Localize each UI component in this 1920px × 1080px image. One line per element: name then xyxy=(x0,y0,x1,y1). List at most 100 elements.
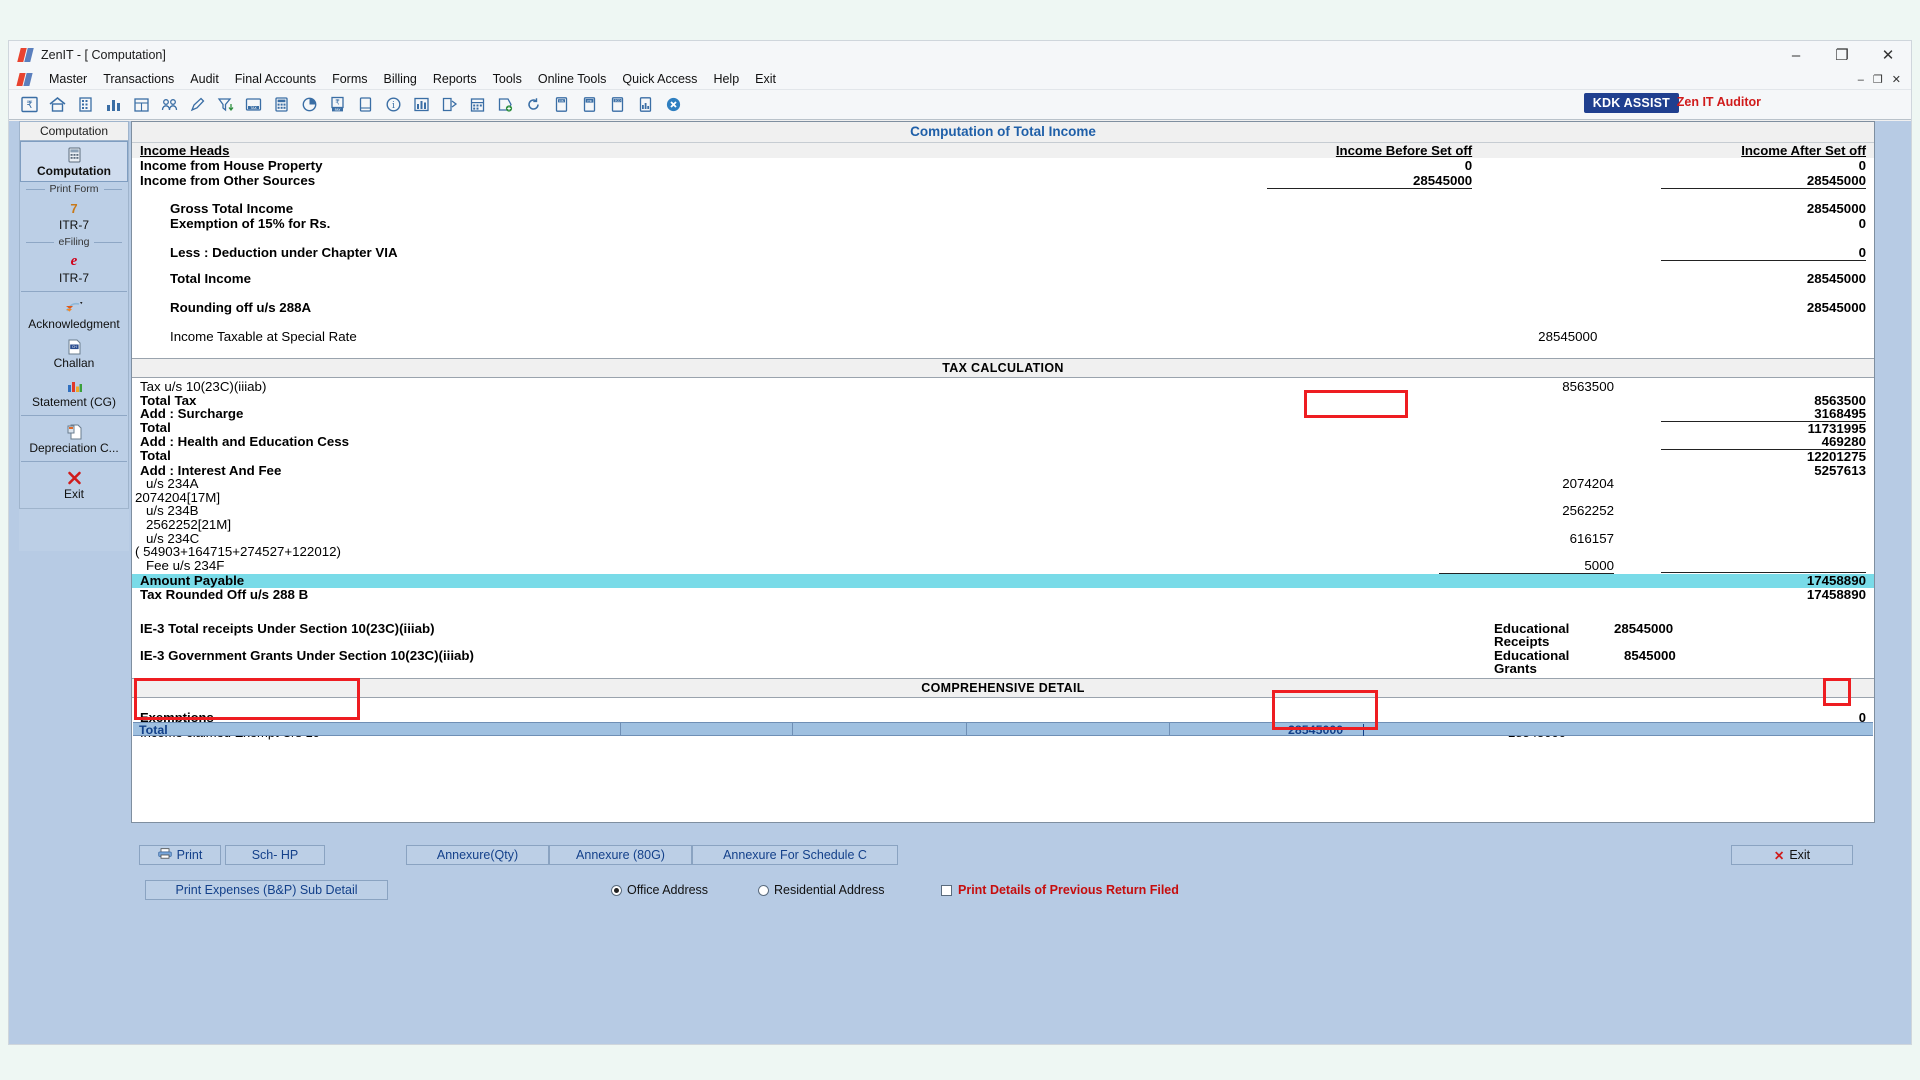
book-icon[interactable] xyxy=(353,92,378,117)
annexure-qty-button[interactable]: Annexure(Qty) xyxy=(406,845,549,865)
itr-sign-icon[interactable]: ITR xyxy=(577,92,602,117)
print-prev-return-checkbox[interactable]: Print Details of Previous Return Filed xyxy=(941,883,1179,897)
table-row: Total Tax 8563500 xyxy=(132,392,1874,408)
minimize-button[interactable]: – xyxy=(1773,41,1819,69)
tax-label-total-tax: Total Tax xyxy=(140,392,197,408)
3cd-icon[interactable]: 3CD xyxy=(605,92,630,117)
sidebar-separator-print-form: Print Form xyxy=(20,182,128,196)
tax-label-tax-us-10-23c: Tax u/s 10(23C)(iiiab) xyxy=(140,379,267,394)
exit-button[interactable]: ✕ Exit xyxy=(1731,845,1853,865)
table-row: Total 12201275 xyxy=(132,449,1874,464)
sch-hp-button-label: Sch- HP xyxy=(251,848,299,862)
menu-forms[interactable]: Forms xyxy=(324,70,375,88)
close-circle-icon[interactable] xyxy=(661,92,686,117)
app-logo-icon xyxy=(18,47,34,63)
sidebar-item-acknowledgment[interactable]: Acknowledgment xyxy=(20,295,128,334)
office-address-radio[interactable]: Office Address xyxy=(611,883,708,897)
group-icon[interactable] xyxy=(157,92,182,117)
sidebar-item-challan[interactable]: CH Challan xyxy=(20,334,128,373)
tax-value-total-2: 12201275 xyxy=(1661,448,1866,464)
sidebar-item-exit[interactable]: Exit xyxy=(20,465,128,504)
sidebar-item-statement-cg[interactable]: Statement (CG) xyxy=(20,373,128,412)
tax-note-234c: ( 54903+164715+274527+122012) xyxy=(135,544,341,560)
acknowledgment-icon xyxy=(64,298,84,317)
sidebar-item-depreciation[interactable]: Depreciation C... xyxy=(20,419,128,458)
table-row: IE-3 Government Grants Under Section 10(… xyxy=(132,647,1874,677)
residential-address-label: Residential Address xyxy=(774,883,885,897)
bar-chart-icon[interactable] xyxy=(101,92,126,117)
row-after-house-property: 0 xyxy=(1858,158,1866,173)
kdk-assist-button[interactable]: KDK ASSIST xyxy=(1583,93,1679,113)
table-row xyxy=(132,602,1874,622)
menu-audit[interactable]: Audit xyxy=(182,70,227,88)
menu-exit[interactable]: Exit xyxy=(747,70,784,88)
menu-billing[interactable]: Billing xyxy=(376,70,425,88)
add-tag-icon[interactable] xyxy=(493,92,518,117)
close-button[interactable]: ✕ xyxy=(1865,41,1911,69)
radio-indicator-office xyxy=(611,884,622,896)
filter-down-icon[interactable] xyxy=(213,92,238,117)
sidebar-item-label-exit: Exit xyxy=(63,487,84,501)
ie3-grants-mid: Educational Grants xyxy=(1494,647,1570,677)
pie-chart-icon[interactable] xyxy=(297,92,322,117)
chart-columns-icon[interactable] xyxy=(409,92,434,117)
comprehensive-detail-band: COMPREHENSIVE DETAIL xyxy=(132,677,1874,698)
menu-final-accounts[interactable]: Final Accounts xyxy=(227,70,324,88)
print-expenses-button[interactable]: Print Expenses (B&P) Sub Detail xyxy=(145,880,388,900)
tax-value-tax-us-10-23c: 8563500 xyxy=(1562,379,1614,394)
form-chart-icon[interactable] xyxy=(633,92,658,117)
mdi-minimize-button[interactable]: – xyxy=(1858,74,1864,86)
sidebar: Computation Computation Print Form 7 ITR… xyxy=(19,121,129,551)
annexure-80g-button[interactable]: Annexure (80G) xyxy=(549,845,692,865)
export-icon[interactable] xyxy=(437,92,462,117)
maximize-button[interactable]: ❐ xyxy=(1819,41,1865,69)
sidebar-item-computation[interactable]: Computation xyxy=(20,141,128,182)
tax-value-234a: 2074204 xyxy=(1562,476,1614,492)
menu-transactions[interactable]: Transactions xyxy=(95,70,182,88)
tax-value-interest-and-fee: 5257613 xyxy=(1814,462,1866,478)
ie3-receipts-mid: Educational Receipts xyxy=(1494,620,1570,650)
annexure-schedule-c-button-label: Annexure For Schedule C xyxy=(723,848,867,862)
table-row: u/s 234C 616157 xyxy=(132,531,1874,546)
residential-address-radio[interactable]: Residential Address xyxy=(758,883,884,897)
sidebar-item-itr7-print[interactable]: 7 ITR-7 xyxy=(20,196,128,235)
refresh-icon[interactable] xyxy=(521,92,546,117)
mdi-restore-button[interactable]: ❐ xyxy=(1873,73,1883,86)
pay-icon[interactable]: ₹ PAY xyxy=(325,92,350,117)
checkbox-indicator-prev-return xyxy=(941,884,952,896)
menu-quick-access[interactable]: Quick Access xyxy=(614,70,705,88)
print-button[interactable]: Print xyxy=(139,845,221,865)
rupee-document-icon[interactable]: ₹ xyxy=(17,92,42,117)
exemptions-total-selected-row[interactable]: Total 28545000 xyxy=(133,722,1873,737)
radio-indicator-residential xyxy=(758,884,769,896)
sidebar-item-itr7-efiling[interactable]: e ITR-7 xyxy=(20,249,128,288)
calendar-grid-icon[interactable] xyxy=(129,92,154,117)
menu-reports[interactable]: Reports xyxy=(425,70,485,88)
table-row: Total Income 28545000 xyxy=(132,261,1874,286)
tax-value-234b: 2562252 xyxy=(1562,503,1614,519)
table-row: 2562252[21M] xyxy=(132,518,1874,532)
menu-help[interactable]: Help xyxy=(705,70,747,88)
info-circle-icon[interactable]: i xyxy=(381,92,406,117)
sidebar-divider-1 xyxy=(21,291,127,292)
sch-hp-button[interactable]: Sch- HP xyxy=(225,845,325,865)
mdi-window-controls: – ❐ ✕ xyxy=(1858,69,1907,90)
menu-tools[interactable]: Tools xyxy=(485,70,530,88)
home-icon[interactable] xyxy=(45,92,70,117)
tax-label-234a: u/s 234A xyxy=(146,476,199,492)
ds-card-icon[interactable]: DS xyxy=(549,92,574,117)
calculator-icon[interactable] xyxy=(269,92,294,117)
tax-icon[interactable]: TAX xyxy=(241,92,266,117)
ie3-grants-value: 8545000 xyxy=(1624,647,1676,663)
print-button-label: Print xyxy=(176,848,203,862)
pencil-icon[interactable] xyxy=(185,92,210,117)
table-row: IE-3 Total receipts Under Section 10(23C… xyxy=(132,620,1874,650)
annexure-schedule-c-button[interactable]: Annexure For Schedule C xyxy=(692,845,898,865)
building-icon[interactable] xyxy=(73,92,98,117)
mdi-close-button[interactable]: ✕ xyxy=(1892,73,1901,86)
print-expenses-button-label: Print Expenses (B&P) Sub Detail xyxy=(175,883,358,897)
sidebar-divider-2 xyxy=(21,415,127,416)
menu-online-tools[interactable]: Online Tools xyxy=(530,70,615,88)
menu-master[interactable]: Master xyxy=(41,70,95,88)
date-icon[interactable] xyxy=(465,92,490,117)
